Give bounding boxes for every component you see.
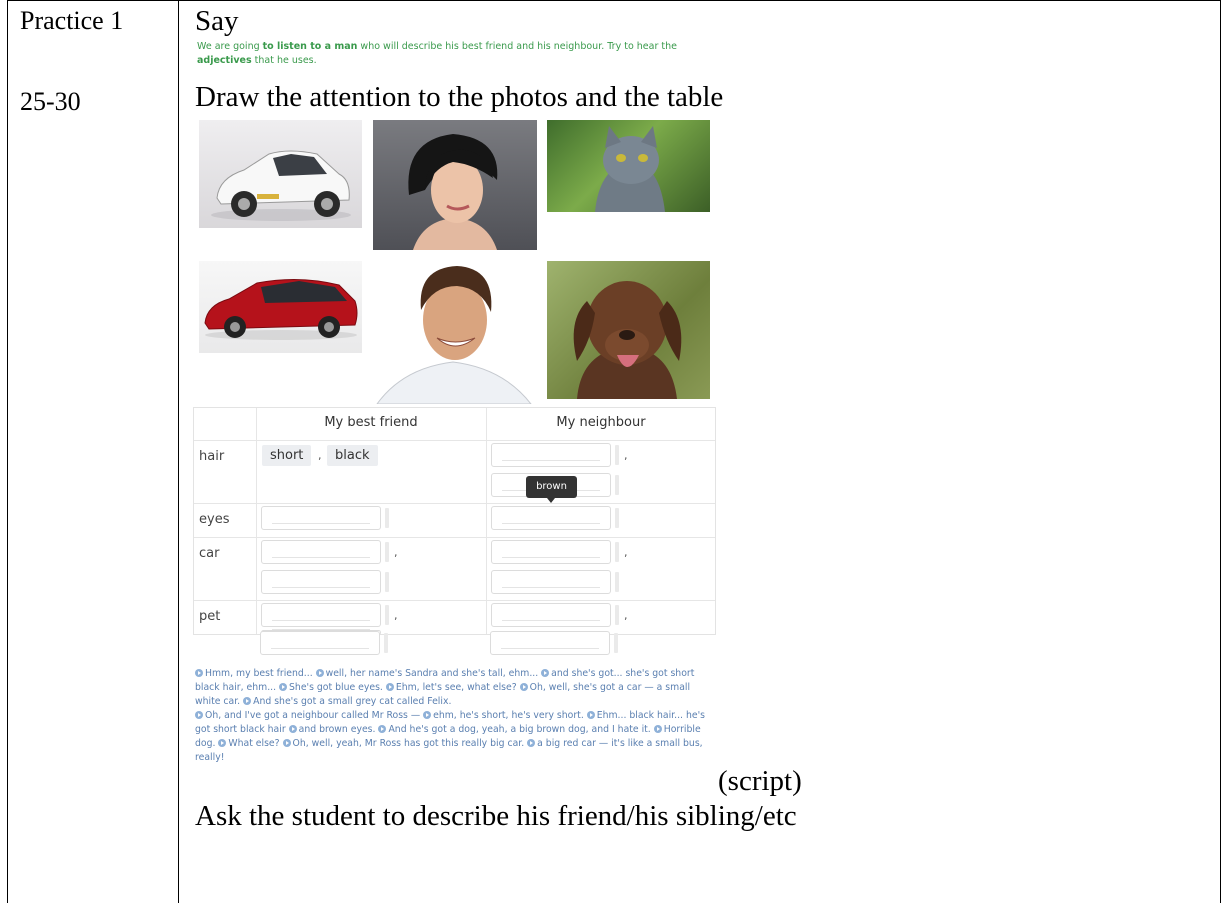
play-icon[interactable] xyxy=(653,725,662,733)
play-icon[interactable] xyxy=(315,669,324,677)
script-segment: She's got blue eyes. xyxy=(289,682,386,693)
header-best-friend: My best friend xyxy=(324,415,418,430)
answer-input[interactable] xyxy=(261,603,381,627)
answer-input[interactable] xyxy=(491,540,611,564)
row-label-hair: hair xyxy=(199,449,225,464)
answer-input[interactable] xyxy=(491,506,611,530)
drop-handle[interactable] xyxy=(385,572,389,592)
play-icon[interactable] xyxy=(541,669,550,677)
drop-handle[interactable] xyxy=(615,542,619,562)
instruction-bold-1: to listen to a man xyxy=(262,41,358,52)
ask-student-text: Ask the student to describe his friend/h… xyxy=(195,800,797,832)
script-segment: Oh, and I've got a neighbour called Mr R… xyxy=(205,710,424,721)
drop-handle[interactable] xyxy=(615,605,619,625)
woman-photo xyxy=(373,120,537,250)
drop-handle[interactable] xyxy=(615,445,619,465)
play-icon[interactable] xyxy=(378,725,387,733)
say-label: Say xyxy=(195,5,239,37)
answer-input[interactable] xyxy=(261,540,381,564)
column-divider xyxy=(178,0,179,903)
comma-separator: , xyxy=(394,609,398,622)
table-row-line xyxy=(194,600,715,601)
answer-input[interactable] xyxy=(490,631,610,655)
answer-input[interactable] xyxy=(260,631,380,655)
adjectives-table: My best friend My neighbour hair eyes ca… xyxy=(193,407,716,635)
time-label: 25-30 xyxy=(20,87,81,116)
comma-separator: , xyxy=(624,546,628,559)
play-icon[interactable] xyxy=(423,711,432,719)
header-neighbour: My neighbour xyxy=(556,415,646,430)
grey-cat-photo xyxy=(547,120,710,212)
play-icon[interactable] xyxy=(288,725,297,733)
instruction-bold-2: adjectives xyxy=(197,55,252,66)
drop-handle[interactable] xyxy=(615,572,619,592)
table-row-line xyxy=(194,537,715,538)
comma-separator: , xyxy=(318,449,322,462)
drop-handle[interactable] xyxy=(385,508,389,528)
comma-separator: , xyxy=(624,609,628,622)
drop-handle[interactable] xyxy=(614,633,618,653)
script-segment: Hmm, my best friend... xyxy=(205,668,316,679)
word-tooltip: brown xyxy=(526,476,577,503)
answer-chip-short[interactable]: short xyxy=(262,445,312,466)
script-segment: Oh, well, yeah, Mr Ross has got this rea… xyxy=(292,738,528,749)
listening-instruction: We are going to listen to a man who will… xyxy=(197,40,737,68)
play-icon[interactable] xyxy=(586,711,595,719)
play-icon[interactable] xyxy=(282,739,291,747)
row-label-pet: pet xyxy=(199,609,221,624)
comma-separator: , xyxy=(624,449,628,462)
smiling-man-photo xyxy=(373,258,537,404)
comma-separator: , xyxy=(394,546,398,559)
instruction-part-2: who will describe his best friend and hi… xyxy=(357,41,677,52)
table-row-line xyxy=(194,503,715,504)
drop-handle[interactable] xyxy=(385,542,389,562)
script-segment: And she's got a small grey cat called Fe… xyxy=(253,696,452,707)
play-icon[interactable] xyxy=(385,683,394,691)
play-icon[interactable] xyxy=(243,697,252,705)
script-segment: ehm, he's short, he's very short. xyxy=(433,710,587,721)
white-car-photo xyxy=(199,120,362,228)
play-icon[interactable] xyxy=(218,739,227,747)
script-segment: and brown eyes. xyxy=(298,724,379,735)
practice-label: Practice 1 xyxy=(20,6,124,35)
audio-script: Hmm, my best friend... well, her name's … xyxy=(195,667,717,765)
drop-handle[interactable] xyxy=(615,475,619,495)
answer-chip-black[interactable]: black xyxy=(327,445,378,466)
script-label: (script) xyxy=(718,765,802,797)
drop-handle[interactable] xyxy=(384,633,388,653)
script-segment: well, her name's Sandra and she's tall, … xyxy=(325,668,542,679)
table-row-line xyxy=(194,440,715,441)
script-segment: Ehm, let's see, what else? xyxy=(395,682,520,693)
instruction-part-3: that he uses. xyxy=(251,55,317,66)
answer-input[interactable] xyxy=(491,443,611,467)
script-segment: And he's got a dog, yeah, a big brown do… xyxy=(388,724,654,735)
answer-input[interactable] xyxy=(491,603,611,627)
drop-handle[interactable] xyxy=(385,605,389,625)
answer-input[interactable] xyxy=(261,570,381,594)
answer-input[interactable] xyxy=(261,506,381,530)
red-car-photo xyxy=(199,261,362,353)
play-icon[interactable] xyxy=(527,739,536,747)
brown-dog-photo xyxy=(547,261,710,399)
row-label-eyes: eyes xyxy=(199,512,230,527)
script-segment: What else? xyxy=(228,738,283,749)
draw-attention-text: Draw the attention to the photos and the… xyxy=(195,81,724,113)
play-icon[interactable] xyxy=(279,683,288,691)
play-icon[interactable] xyxy=(195,669,203,677)
drop-handle[interactable] xyxy=(615,508,619,528)
play-icon[interactable] xyxy=(195,711,203,719)
answer-input[interactable] xyxy=(491,570,611,594)
play-icon[interactable] xyxy=(519,683,528,691)
instruction-part-1: We are going xyxy=(197,41,263,52)
row-label-car: car xyxy=(199,546,220,561)
